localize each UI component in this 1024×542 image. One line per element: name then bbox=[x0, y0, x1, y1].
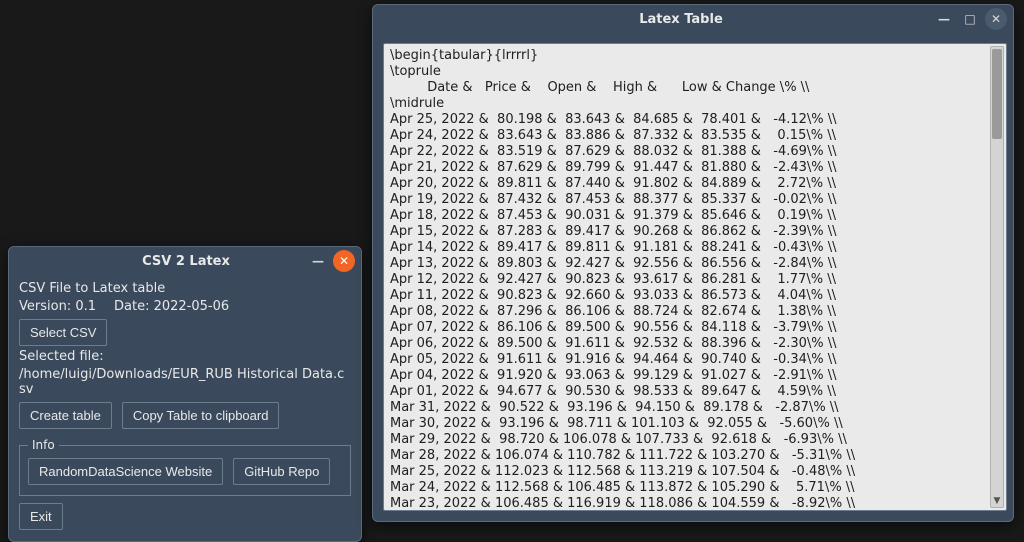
date-label: Date: 2022-05-06 bbox=[114, 299, 229, 314]
website-button[interactable]: RandomDataScience Website bbox=[28, 458, 223, 485]
latex-table-window: Latex Table — □ ✕ \begin{tabular}{lrrrrl… bbox=[372, 4, 1014, 522]
csv2latex-titlebar[interactable]: CSV 2 Latex — ✕ bbox=[9, 247, 361, 275]
minimize-icon[interactable]: — bbox=[307, 250, 329, 272]
version-label: Version: 0.1 bbox=[19, 299, 96, 314]
create-table-button[interactable]: Create table bbox=[19, 402, 112, 429]
select-csv-button[interactable]: Select CSV bbox=[19, 319, 107, 346]
info-legend: Info bbox=[28, 438, 59, 452]
latex-title: Latex Table bbox=[433, 12, 929, 27]
maximize-icon[interactable]: □ bbox=[959, 8, 981, 30]
headline-label: CSV File to Latex table bbox=[19, 281, 351, 296]
info-group: Info RandomDataScience Website GitHub Re… bbox=[19, 438, 351, 496]
latex-output-text: \begin{tabular}{lrrrrl} \toprule Date & … bbox=[390, 48, 1004, 511]
latex-titlebar[interactable]: Latex Table — □ ✕ bbox=[373, 5, 1013, 33]
exit-button[interactable]: Exit bbox=[19, 503, 63, 530]
csv2latex-window: CSV 2 Latex — ✕ CSV File to Latex table … bbox=[8, 246, 362, 542]
scrollbar-thumb[interactable] bbox=[992, 49, 1002, 139]
csv2latex-title: CSV 2 Latex bbox=[69, 254, 303, 269]
csv2latex-body: CSV File to Latex table Version: 0.1 Dat… bbox=[9, 275, 361, 538]
scroll-down-icon[interactable]: ▼ bbox=[992, 495, 1002, 507]
copy-table-button[interactable]: Copy Table to clipboard bbox=[122, 402, 280, 429]
github-button[interactable]: GitHub Repo bbox=[233, 458, 330, 485]
latex-output-textarea[interactable]: \begin{tabular}{lrrrrl} \toprule Date & … bbox=[383, 43, 1007, 511]
scrollbar-track[interactable]: ▲ ▼ bbox=[990, 46, 1004, 508]
close-icon[interactable]: ✕ bbox=[333, 250, 355, 272]
close-icon[interactable]: ✕ bbox=[985, 8, 1007, 30]
minimize-icon[interactable]: — bbox=[933, 8, 955, 30]
selected-file-label: Selected file: bbox=[19, 349, 351, 364]
selected-file-path: /home/luigi/Downloads/EUR_RUB Historical… bbox=[19, 367, 351, 397]
